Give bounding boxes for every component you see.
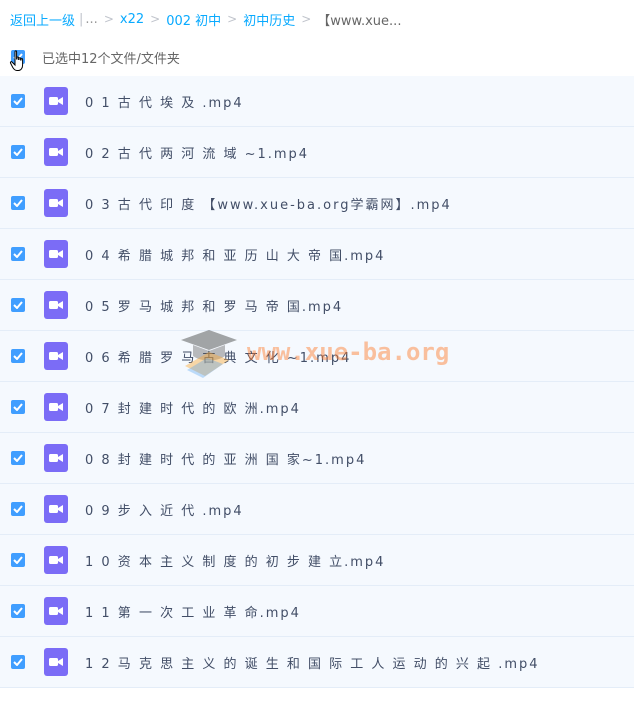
video-file-icon (44, 87, 68, 115)
breadcrumb-separator: > (227, 12, 238, 26)
video-file-icon (44, 393, 68, 421)
file-name[interactable]: 1 1 第 一 次 工 业 革 命.mp4 (85, 602, 301, 621)
file-checkbox[interactable] (11, 451, 25, 465)
file-row[interactable]: 1 1 第 一 次 工 业 革 命.mp4 (0, 586, 634, 637)
file-row[interactable]: 0 3 古 代 印 度 【www.xue-ba.org学霸网】.mp4 (0, 178, 634, 229)
file-name[interactable]: 0 1 古 代 埃 及 .mp4 (85, 92, 244, 111)
file-row[interactable]: 0 2 古 代 两 河 流 域 ~1.mp4 (0, 127, 634, 178)
breadcrumb: 返回上一级 | ... > x22 > 002 初中 > 初中历史 > 【www… (0, 0, 634, 38)
file-checkbox[interactable] (11, 145, 25, 159)
file-list: 0 1 古 代 埃 及 .mp4 0 2 古 代 两 河 流 域 ~1.mp4 0 … (0, 76, 634, 688)
back-link[interactable]: 返回上一级 (10, 10, 75, 29)
file-checkbox[interactable] (11, 349, 25, 363)
checkmark-icon (13, 505, 23, 513)
file-name[interactable]: 1 0 资 本 主 义 制 度 的 初 步 建 立.mp4 (85, 551, 385, 570)
video-file-icon (44, 648, 68, 676)
file-row[interactable]: 1 2 马 克 思 主 义 的 诞 生 和 国 际 工 人 运 动 的 兴 起 … (0, 637, 634, 688)
file-row[interactable]: 1 0 资 本 主 义 制 度 的 初 步 建 立.mp4 (0, 535, 634, 586)
hand-pointer-icon (9, 50, 24, 71)
checkmark-icon (13, 97, 23, 105)
video-file-icon (44, 240, 68, 268)
file-checkbox[interactable] (11, 553, 25, 567)
selection-count-label: 已选中12个文件/文件夹 (42, 51, 180, 67)
breadcrumb-item-x22[interactable]: x22 (120, 12, 144, 27)
checkmark-icon (13, 658, 23, 666)
breadcrumb-item-junior-high[interactable]: 002 初中 (166, 10, 221, 29)
breadcrumb-current: 【www.xue... (317, 13, 402, 29)
file-name[interactable]: 0 8 封 建 时 代 的 亚 洲 国 家~1.mp4 (85, 449, 366, 468)
file-checkbox[interactable] (11, 655, 25, 669)
checkmark-icon (13, 250, 23, 258)
breadcrumb-item-history[interactable]: 初中历史 (243, 10, 295, 29)
file-checkbox[interactable] (11, 400, 25, 414)
breadcrumb-separator: > (150, 12, 161, 26)
checkmark-icon (13, 454, 23, 462)
video-file-icon (44, 444, 68, 472)
file-checkbox[interactable] (11, 604, 25, 618)
file-name[interactable]: 1 2 马 克 思 主 义 的 诞 生 和 国 际 工 人 运 动 的 兴 起 … (85, 653, 540, 672)
file-checkbox[interactable] (11, 502, 25, 516)
checkmark-icon (13, 148, 23, 156)
file-name[interactable]: 0 5 罗 马 城 邦 和 罗 马 帝 国.mp4 (85, 296, 343, 315)
selection-bar: 已选中12个文件/文件夹 (0, 38, 634, 76)
file-name[interactable]: 0 6 希 腊 罗 马 古 典 文 化 ~1.mp4 (85, 347, 351, 366)
file-row[interactable]: 0 6 希 腊 罗 马 古 典 文 化 ~1.mp4 (0, 331, 634, 382)
checkmark-icon (13, 301, 23, 309)
checkmark-icon (13, 556, 23, 564)
file-row[interactable]: 0 4 希 腊 城 邦 和 亚 历 山 大 帝 国.mp4 (0, 229, 634, 280)
file-row[interactable]: 0 9 步 入 近 代 .mp4 (0, 484, 634, 535)
video-file-icon (44, 291, 68, 319)
video-file-icon (44, 189, 68, 217)
file-name[interactable]: 0 2 古 代 两 河 流 域 ~1.mp4 (85, 143, 309, 162)
checkmark-icon (13, 199, 23, 207)
breadcrumb-separator: > (301, 12, 312, 26)
video-file-icon (44, 546, 68, 574)
file-row[interactable]: 0 7 封 建 时 代 的 欧 洲.mp4 (0, 382, 634, 433)
file-checkbox[interactable] (11, 247, 25, 261)
breadcrumb-pipe: | (79, 11, 84, 27)
video-file-icon (44, 597, 68, 625)
file-name[interactable]: 0 9 步 入 近 代 .mp4 (85, 500, 244, 519)
breadcrumb-separator: > (103, 12, 114, 26)
file-name[interactable]: 0 4 希 腊 城 邦 和 亚 历 山 大 帝 国.mp4 (85, 245, 385, 264)
file-checkbox[interactable] (11, 94, 25, 108)
checkmark-icon (13, 352, 23, 360)
file-row[interactable]: 0 8 封 建 时 代 的 亚 洲 国 家~1.mp4 (0, 433, 634, 484)
file-row[interactable]: 0 5 罗 马 城 邦 和 罗 马 帝 国.mp4 (0, 280, 634, 331)
file-checkbox[interactable] (11, 196, 25, 210)
file-name[interactable]: 0 7 封 建 时 代 的 欧 洲.mp4 (85, 398, 301, 417)
file-row[interactable]: 0 1 古 代 埃 及 .mp4 (0, 76, 634, 127)
file-name[interactable]: 0 3 古 代 印 度 【www.xue-ba.org学霸网】.mp4 (85, 194, 452, 213)
file-checkbox[interactable] (11, 298, 25, 312)
video-file-icon (44, 342, 68, 370)
breadcrumb-ellipsis[interactable]: ... (85, 12, 97, 27)
checkmark-icon (13, 607, 23, 615)
checkmark-icon (13, 403, 23, 411)
video-file-icon (44, 138, 68, 166)
video-file-icon (44, 495, 68, 523)
